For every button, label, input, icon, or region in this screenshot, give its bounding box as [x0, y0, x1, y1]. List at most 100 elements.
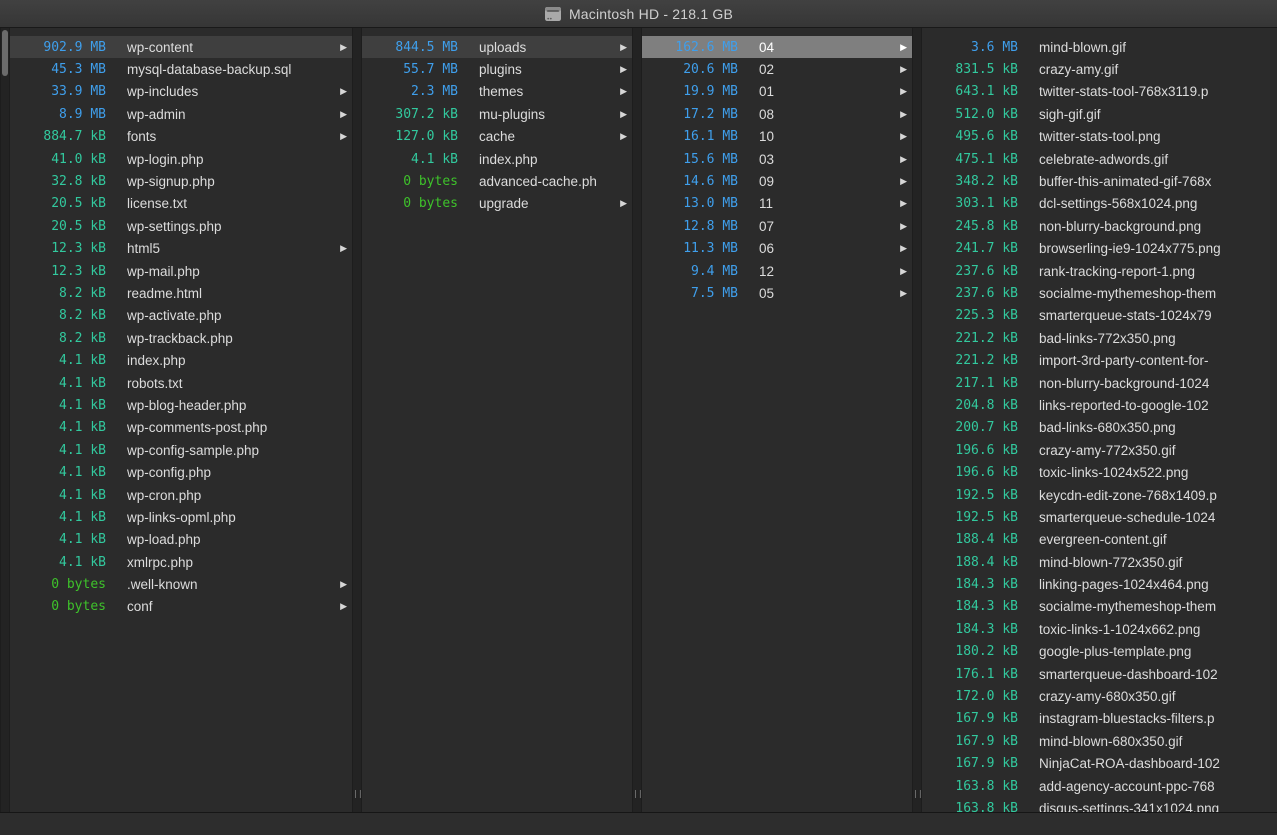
list-item[interactable]: 225.3 kBsmarterqueue-stats-1024x79 — [922, 305, 1277, 327]
list-item[interactable]: 184.3 kBlinking-pages-1024x464.png — [922, 573, 1277, 595]
list-item[interactable]: 184.3 kBsocialme-mythemeshop-them — [922, 596, 1277, 618]
list-item[interactable]: 204.8 kBlinks-reported-to-google-102 — [922, 394, 1277, 416]
scrollbar-thumb[interactable] — [2, 30, 8, 76]
scrollbar-track[interactable] — [0, 28, 10, 812]
list-item[interactable]: 167.9 kBNinjaCat-ROA-dashboard-102 — [922, 753, 1277, 775]
column-resize-handle[interactable]: || — [633, 789, 641, 798]
list-item[interactable]: 188.4 kBevergreen-content.gif — [922, 529, 1277, 551]
list-item[interactable]: 184.3 kBtoxic-links-1-1024x662.png — [922, 618, 1277, 640]
list-item[interactable]: 11.3 MB06▶ — [642, 238, 912, 260]
list-item[interactable]: 4.1 kBwp-config-sample.php — [10, 439, 352, 461]
list-item[interactable]: 12.3 kBhtml5▶ — [10, 238, 352, 260]
file-name: twitter-stats-tool.png — [1039, 129, 1272, 144]
list-item[interactable]: 12.3 kBwp-mail.php — [10, 260, 352, 282]
file-name: plugins — [479, 62, 614, 77]
list-item[interactable]: 495.6 kBtwitter-stats-tool.png — [922, 126, 1277, 148]
file-size: 0 bytes — [18, 577, 106, 592]
list-item[interactable]: 188.4 kBmind-blown-772x350.gif — [922, 551, 1277, 573]
list-item[interactable]: 14.6 MB09▶ — [642, 170, 912, 192]
list-item[interactable]: 221.2 kBbad-links-772x350.png — [922, 327, 1277, 349]
list-item[interactable]: 32.8 kBwp-signup.php — [10, 170, 352, 192]
list-item[interactable]: 180.2 kBgoogle-plus-template.png — [922, 641, 1277, 663]
list-item[interactable]: 8.2 kBreadme.html — [10, 282, 352, 304]
list-item[interactable]: 162.6 MB04▶ — [642, 36, 912, 58]
list-item[interactable]: 2.3 MBthemes▶ — [362, 81, 632, 103]
list-item[interactable]: 13.0 MB11▶ — [642, 193, 912, 215]
list-item[interactable]: 172.0 kBcrazy-amy-680x350.gif — [922, 685, 1277, 707]
list-item[interactable]: 41.0 kBwp-login.php — [10, 148, 352, 170]
list-item[interactable]: 196.6 kBtoxic-links-1024x522.png — [922, 461, 1277, 483]
list-item[interactable]: 163.8 kBadd-agency-account-ppc-768 — [922, 775, 1277, 797]
list-item[interactable]: 0 bytesconf▶ — [10, 596, 352, 618]
list-item[interactable]: 4.1 kBwp-links-opml.php — [10, 506, 352, 528]
list-item[interactable]: 8.2 kBwp-trackback.php — [10, 327, 352, 349]
list-item[interactable]: 902.9 MBwp-content▶ — [10, 36, 352, 58]
list-item[interactable]: 217.1 kBnon-blurry-background-1024 — [922, 372, 1277, 394]
list-item[interactable]: 237.6 kBrank-tracking-report-1.png — [922, 260, 1277, 282]
list-item[interactable]: 643.1 kBtwitter-stats-tool-768x3119.p — [922, 81, 1277, 103]
file-name: bad-links-772x350.png — [1039, 331, 1272, 346]
list-item[interactable]: 16.1 MB10▶ — [642, 126, 912, 148]
file-name: buffer-this-animated-gif-768x — [1039, 174, 1272, 189]
list-item[interactable]: 127.0 kBcache▶ — [362, 126, 632, 148]
list-item[interactable]: 12.8 MB07▶ — [642, 215, 912, 237]
column-divider-3[interactable]: || — [912, 28, 922, 812]
column-divider-1[interactable]: || — [352, 28, 362, 812]
list-item[interactable]: 4.1 kBxmlrpc.php — [10, 551, 352, 573]
list-item[interactable]: 221.2 kBimport-3rd-party-content-for- — [922, 349, 1277, 371]
list-item[interactable]: 0 bytesadvanced-cache.ph — [362, 170, 632, 192]
window-titlebar[interactable]: Macintosh HD - 218.1 GB — [0, 0, 1277, 28]
list-item[interactable]: 0 bytes.well-known▶ — [10, 573, 352, 595]
list-item[interactable]: 844.5 MBuploads▶ — [362, 36, 632, 58]
list-item[interactable]: 4.1 kBindex.php — [10, 349, 352, 371]
list-item[interactable]: 4.1 kBwp-cron.php — [10, 484, 352, 506]
list-item[interactable]: 4.1 kBwp-config.php — [10, 461, 352, 483]
list-item[interactable]: 55.7 MBplugins▶ — [362, 58, 632, 80]
list-item[interactable]: 8.9 MBwp-admin▶ — [10, 103, 352, 125]
list-item[interactable]: 19.9 MB01▶ — [642, 81, 912, 103]
list-item[interactable]: 884.7 kBfonts▶ — [10, 126, 352, 148]
list-item[interactable]: 9.4 MB12▶ — [642, 260, 912, 282]
list-item[interactable]: 167.9 kBmind-blown-680x350.gif — [922, 730, 1277, 752]
list-item[interactable]: 17.2 MB08▶ — [642, 103, 912, 125]
list-item[interactable]: 15.6 MB03▶ — [642, 148, 912, 170]
list-item[interactable]: 237.6 kBsocialme-mythemeshop-them — [922, 282, 1277, 304]
list-item[interactable]: 167.9 kBinstagram-bluestacks-filters.p — [922, 708, 1277, 730]
list-item[interactable]: 245.8 kBnon-blurry-background.png — [922, 215, 1277, 237]
file-size: 204.8 kB — [930, 398, 1018, 413]
list-item[interactable]: 303.1 kBdcl-settings-568x1024.png — [922, 193, 1277, 215]
file-name: 01 — [759, 84, 894, 99]
list-item[interactable]: 4.1 kBindex.php — [362, 148, 632, 170]
list-item[interactable]: 196.6 kBcrazy-amy-772x350.gif — [922, 439, 1277, 461]
list-item[interactable]: 33.9 MBwp-includes▶ — [10, 81, 352, 103]
list-item[interactable]: 0 bytesupgrade▶ — [362, 193, 632, 215]
file-size: 20.5 kB — [18, 219, 106, 234]
file-name: wp-includes — [127, 84, 334, 99]
list-item[interactable]: 4.1 kBwp-load.php — [10, 529, 352, 551]
list-item[interactable]: 4.1 kBrobots.txt — [10, 372, 352, 394]
list-item[interactable]: 307.2 kBmu-plugins▶ — [362, 103, 632, 125]
list-item[interactable]: 348.2 kBbuffer-this-animated-gif-768x — [922, 170, 1277, 192]
list-item[interactable]: 512.0 kBsigh-gif.gif — [922, 103, 1277, 125]
list-item[interactable]: 176.1 kBsmarterqueue-dashboard-102 — [922, 663, 1277, 685]
list-item[interactable]: 192.5 kBsmarterqueue-schedule-1024 — [922, 506, 1277, 528]
list-item[interactable]: 20.6 MB02▶ — [642, 58, 912, 80]
column-divider-2[interactable]: || — [632, 28, 642, 812]
list-item[interactable]: 4.1 kBwp-comments-post.php — [10, 417, 352, 439]
list-item[interactable]: 20.5 kBwp-settings.php — [10, 215, 352, 237]
list-item[interactable]: 831.5 kBcrazy-amy.gif — [922, 58, 1277, 80]
list-item[interactable]: 241.7 kBbrowserling-ie9-1024x775.png — [922, 238, 1277, 260]
list-item[interactable]: 7.5 MB05▶ — [642, 282, 912, 304]
list-item[interactable]: 475.1 kBcelebrate-adwords.gif — [922, 148, 1277, 170]
list-item[interactable]: 8.2 kBwp-activate.php — [10, 305, 352, 327]
column-resize-handle[interactable]: || — [353, 789, 361, 798]
file-size: 4.1 kB — [18, 353, 106, 368]
list-item[interactable]: 45.3 MBmysql-database-backup.sql — [10, 58, 352, 80]
list-item[interactable]: 200.7 kBbad-links-680x350.png — [922, 417, 1277, 439]
list-item[interactable]: 4.1 kBwp-blog-header.php — [10, 394, 352, 416]
list-item[interactable]: 163.8 kBdisqus-settings-341x1024.png — [922, 797, 1277, 812]
column-resize-handle[interactable]: || — [913, 789, 921, 798]
list-item[interactable]: 3.6 MBmind-blown.gif — [922, 36, 1277, 58]
list-item[interactable]: 20.5 kBlicense.txt — [10, 193, 352, 215]
list-item[interactable]: 192.5 kBkeycdn-edit-zone-768x1409.p — [922, 484, 1277, 506]
